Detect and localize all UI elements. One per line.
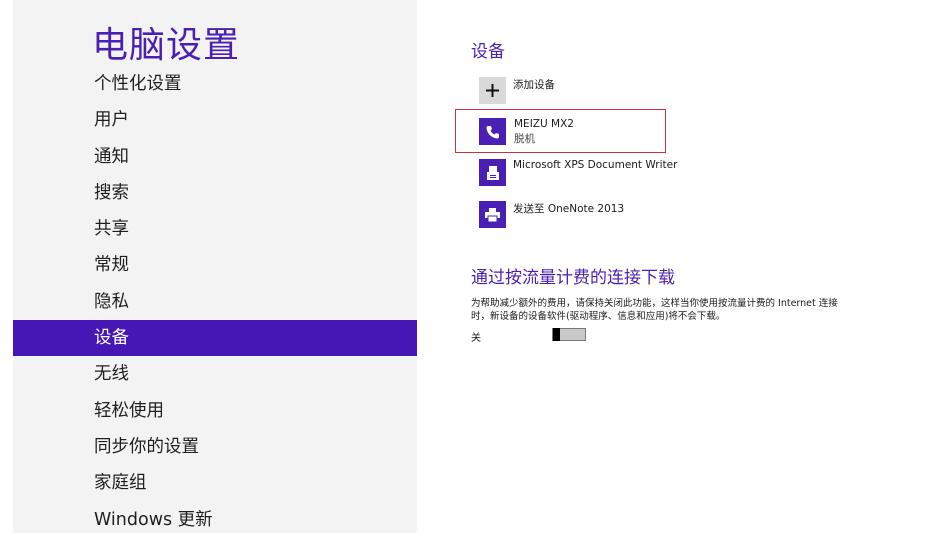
sidebar-item-ease-of-access[interactable]: 轻松使用 — [13, 393, 417, 429]
toggle-knob — [553, 328, 560, 341]
device-item-meizu[interactable]: MEIZU MX2 脱机 — [455, 109, 666, 153]
device-status: 脱机 — [514, 133, 535, 145]
sidebar-item-devices[interactable]: 设备 — [13, 320, 417, 357]
sidebar-item-general[interactable]: 常规 — [13, 247, 417, 283]
sidebar-item-sync[interactable]: 同步你的设置 — [13, 429, 417, 465]
sidebar-item-search[interactable]: 搜索 — [13, 175, 417, 211]
device-name: Microsoft XPS Document Writer — [513, 159, 678, 171]
metered-description: 为帮助减少额外的费用，请保持关闭此功能，这样当你使用按流量计费的 Interne… — [471, 298, 838, 322]
metered-download-toggle[interactable] — [552, 328, 586, 341]
metered-section-title: 通过按流量计费的连接下载 — [471, 268, 675, 288]
printer-icon — [479, 201, 506, 228]
sidebar-item-privacy[interactable]: 隐私 — [13, 284, 417, 320]
sidebar: 电脑设置 个性化设置 用户 通知 搜索 共享 常规 隐私 设备 无线 轻松使用 … — [13, 0, 417, 533]
add-device-button[interactable]: 添加设备 — [471, 73, 671, 107]
phone-icon — [479, 118, 506, 145]
metered-toggle-label: 关 — [471, 333, 481, 344]
device-name: MEIZU MX2 — [514, 118, 574, 130]
main-panel: 设备 添加设备 MEIZU MX2 脱机 Microsoft XPS Docum… — [417, 0, 941, 533]
device-name: 发送至 OneNote 2013 — [513, 203, 625, 215]
document-printer-icon — [479, 159, 506, 186]
devices-section-title: 设备 — [471, 42, 505, 62]
device-item-onenote[interactable]: 发送至 OneNote 2013 — [471, 197, 671, 231]
device-item-xps-writer[interactable]: Microsoft XPS Document Writer — [471, 155, 677, 189]
sidebar-item-notifications[interactable]: 通知 — [13, 139, 417, 175]
sidebar-item-users[interactable]: 用户 — [13, 102, 417, 138]
left-edge — [0, 0, 13, 533]
sidebar-item-windows-update[interactable]: Windows 更新 — [13, 502, 417, 533]
add-device-label: 添加设备 — [513, 79, 555, 91]
page-title: 电脑设置 — [92, 25, 241, 66]
sidebar-item-share[interactable]: 共享 — [13, 211, 417, 247]
sidebar-item-homegroup[interactable]: 家庭组 — [13, 465, 417, 501]
nav-list: 个性化设置 用户 通知 搜索 共享 常规 隐私 设备 无线 轻松使用 同步你的设… — [13, 66, 417, 533]
sidebar-item-wireless[interactable]: 无线 — [13, 356, 417, 392]
plus-icon — [479, 77, 506, 104]
sidebar-item-personalize[interactable]: 个性化设置 — [13, 66, 417, 102]
